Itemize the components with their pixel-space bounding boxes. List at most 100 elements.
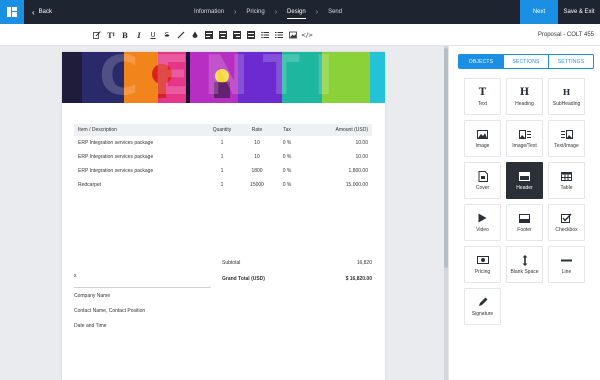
step-information[interactable]: Information (188, 0, 230, 24)
pricing-table[interactable]: Item / Description Quantity Rate Tax Amo… (74, 124, 372, 192)
chevron-right-icon: › (274, 8, 278, 16)
table-header-row: Item / Description Quantity Rate Tax Amo… (74, 124, 372, 136)
object-tile-blank-space[interactable]: Blank Space (506, 246, 543, 283)
text-style-icon[interactable]: TI (106, 30, 116, 40)
signature-date-time[interactable]: Date and Time (74, 323, 107, 329)
app-logo[interactable] (0, 0, 24, 24)
signature-company-name[interactable]: Company Name (74, 293, 110, 299)
save-exit-button[interactable]: Save & Exit (558, 0, 600, 24)
subtotal-row: Subtotal 16,820 (222, 260, 372, 266)
text-image-icon (560, 128, 573, 140)
table-row[interactable]: ERP Integration services package 1 10 0 … (74, 136, 372, 150)
object-tile-image-text[interactable]: Image/Text (506, 120, 543, 157)
object-tile-image[interactable]: Image (464, 120, 501, 157)
bold-icon[interactable]: B (120, 30, 130, 40)
object-tile-table[interactable]: Table (548, 162, 585, 199)
object-tile-label: Text (477, 101, 488, 107)
cell-amount: 1,800.00 (348, 168, 368, 174)
numbered-list-icon[interactable] (274, 30, 284, 40)
grand-total-row: Grand Total (USD) $ 16,820.00 (222, 276, 372, 282)
cell-rate: 10 (254, 154, 260, 160)
cover-icon (477, 170, 489, 182)
object-tile-subheading[interactable]: H SubHeading (548, 78, 585, 115)
table-row[interactable]: ERP Integration services package 1 10 0 … (74, 150, 372, 164)
step-design[interactable]: Design (281, 0, 312, 24)
subheading-icon: H (562, 87, 571, 97)
cell-item: ERP Integration services package (78, 168, 154, 174)
top-bar: ‹ Back Information › Pricing › Design › … (0, 0, 600, 24)
object-tile-checkbox[interactable]: Checkbox (548, 204, 585, 241)
brush-icon[interactable] (176, 30, 186, 40)
cell-quantity: 1 (220, 168, 224, 174)
object-tile-line[interactable]: Line (548, 246, 585, 283)
object-tile-text[interactable]: T Text (464, 78, 501, 115)
cell-amount: 15,000.00 (345, 182, 368, 188)
object-tile-label: Pricing (474, 269, 491, 275)
align-left-icon[interactable] (204, 30, 214, 40)
object-tile-signature[interactable]: Signature (464, 288, 501, 325)
object-tile-header[interactable]: Header (506, 162, 543, 199)
signature-contact[interactable]: Contact Name, Contact Position (74, 308, 145, 314)
object-tile-pricing[interactable]: Pricing (464, 246, 501, 283)
object-tile-heading[interactable]: H Heading (506, 78, 543, 115)
grand-total-label: Grand Total (USD) (222, 276, 265, 282)
header-banner-image[interactable]: CENTI (62, 52, 385, 103)
subtotal-label: Subtotal (222, 260, 241, 266)
proposal-title: Proposal - COLT 455 (537, 32, 594, 38)
back-label: Back (38, 9, 53, 15)
italic-icon[interactable]: I (134, 30, 144, 40)
banner-lettering: CENTI (99, 52, 348, 103)
align-center-icon[interactable] (218, 30, 228, 40)
checkbox-icon (561, 212, 573, 224)
code-icon[interactable]: </> (301, 30, 313, 40)
col-header-amount: Amount (USD) (302, 124, 372, 136)
step-send[interactable]: Send (322, 0, 348, 24)
table-row[interactable]: ERP Integration services package 1 1800 … (74, 164, 372, 178)
cell-tax: 0 % (282, 182, 292, 188)
align-justify-icon[interactable] (246, 30, 256, 40)
line-icon (561, 254, 573, 266)
chevron-right-icon: › (315, 8, 319, 16)
image-insert-icon[interactable] (288, 30, 298, 40)
tab-objects[interactable]: OBJECTS (459, 55, 503, 68)
underline-icon[interactable]: U (148, 30, 158, 40)
col-header-rate: Rate (242, 124, 272, 136)
fill-color-icon[interactable] (190, 30, 200, 40)
text-icon: T (478, 86, 487, 98)
table-icon (561, 170, 573, 182)
step-pricing[interactable]: Pricing (240, 0, 270, 24)
object-tile-label: Blank Space (510, 269, 539, 275)
subtotal-value: 16,820 (356, 260, 372, 266)
object-tile-video[interactable]: Video (464, 204, 501, 241)
format-toolbar: TI B I U S </> Proposal - COLT 455 (0, 24, 600, 46)
tab-sections[interactable]: SECTIONS (503, 55, 548, 68)
cell-rate: 1800 (251, 168, 263, 174)
signature-line[interactable] (74, 287, 211, 288)
tab-settings[interactable]: SETTINGS (548, 55, 593, 68)
bulleted-list-icon[interactable] (260, 30, 270, 40)
object-tile-footer[interactable]: Footer (506, 204, 543, 241)
object-tile-label: Heading (515, 101, 534, 107)
objects-panel: OBJECTS SECTIONS SETTINGS T Text H Headi… (448, 46, 600, 380)
object-tile-cover[interactable]: Cover (464, 162, 501, 199)
edit-icon[interactable] (92, 30, 102, 40)
cell-quantity: 1 (220, 182, 224, 188)
signature-mark: x (74, 273, 77, 279)
footer-icon (519, 212, 531, 224)
panel-tabs: OBJECTS SECTIONS SETTINGS (458, 54, 594, 69)
table-row[interactable]: Redcarpet 1 15000 0 % 15,000.00 (74, 178, 372, 192)
pricing-icon (476, 254, 489, 266)
strikethrough-icon[interactable]: S (162, 30, 172, 40)
cell-rate: 15000 (250, 182, 264, 188)
cell-tax: 0 % (282, 168, 292, 174)
cell-item: ERP Integration services package (78, 154, 154, 160)
logo-icon (7, 7, 17, 17)
header-icon (519, 170, 531, 182)
cell-tax: 0 % (282, 154, 292, 160)
object-tile-label: Footer (517, 227, 532, 233)
back-button[interactable]: ‹ Back (32, 0, 52, 24)
cell-rate: 10 (254, 140, 260, 146)
next-button[interactable]: Next (520, 0, 558, 24)
align-right-icon[interactable] (232, 30, 242, 40)
object-tile-text-image[interactable]: Text/Image (548, 120, 585, 157)
